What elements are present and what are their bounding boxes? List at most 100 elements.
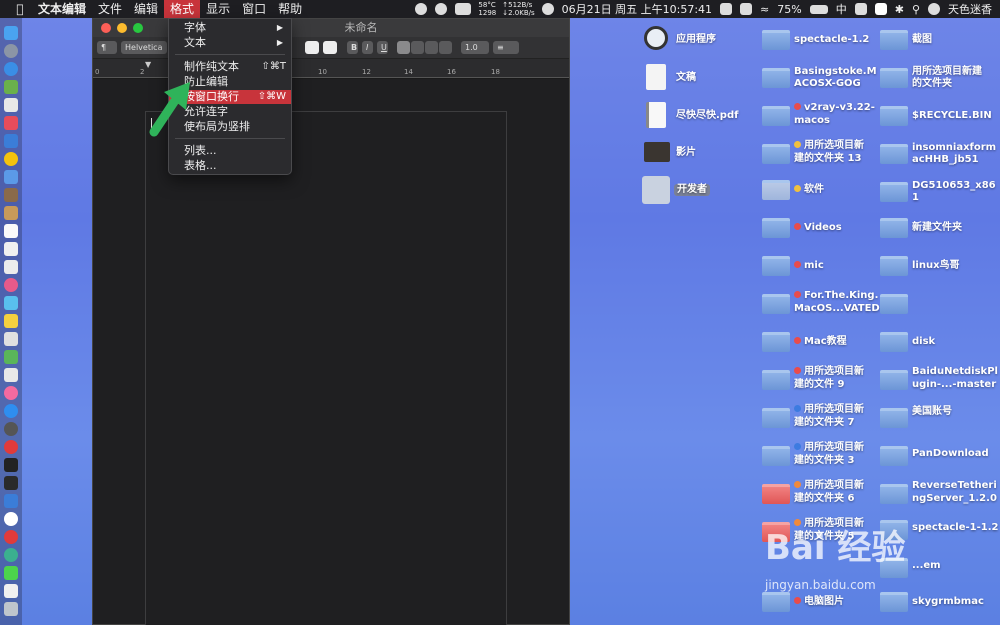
app-icon-26[interactable] — [4, 476, 18, 490]
desktop-item-label-text: mic — [804, 260, 824, 271]
bluetooth-icon[interactable]: ✱ — [891, 3, 908, 16]
chrome-icon[interactable] — [4, 152, 18, 166]
safari-icon[interactable] — [4, 62, 18, 76]
yandex-icon[interactable] — [4, 512, 18, 526]
battery-percent[interactable]: 75% — [773, 3, 805, 16]
close-button[interactable] — [101, 23, 111, 33]
menu-edit[interactable]: 编辑 — [128, 0, 164, 18]
developer-icon — [642, 176, 670, 204]
tag-dot — [794, 103, 801, 110]
compass-icon[interactable] — [435, 3, 448, 15]
italic-button[interactable]: I — [362, 41, 373, 54]
desktop-item-label-text: 用所选项目新 — [804, 480, 864, 491]
align-right-button[interactable] — [425, 41, 438, 54]
menu-item-make-plain-text[interactable]: 制作纯文本 ⇧⌘T — [169, 60, 291, 74]
appstore-icon[interactable] — [4, 404, 18, 418]
app-icon-13[interactable] — [4, 242, 18, 256]
window-titlebar[interactable]: 未命名 — [93, 19, 569, 37]
terminal-icon[interactable] — [4, 458, 18, 472]
network-readout[interactable]: ↑512B/s ↓2.0KB/s — [499, 1, 537, 17]
battery-icon[interactable] — [809, 4, 828, 14]
app-icon-6[interactable] — [4, 116, 18, 130]
control-icon[interactable] — [740, 3, 753, 15]
list-style-select[interactable]: ≡ — [493, 41, 519, 54]
menu-file[interactable]: 文件 — [92, 0, 128, 18]
app-icon-4[interactable] — [4, 80, 18, 94]
zoom-button[interactable] — [133, 23, 143, 33]
desktop-item-label-line2: 建的文件 9 — [794, 379, 845, 390]
bold-button[interactable]: B — [347, 41, 358, 54]
app-icon-30[interactable] — [4, 548, 18, 562]
app-icon-11[interactable] — [4, 206, 18, 220]
app-icon-19[interactable] — [4, 350, 18, 364]
calendar-icon[interactable] — [4, 224, 18, 238]
text-page[interactable] — [145, 111, 507, 625]
app-icon-24[interactable] — [4, 440, 18, 454]
wechat-icon[interactable] — [4, 566, 18, 580]
font-family-select[interactable]: Helvetica — [121, 41, 167, 54]
finder-icon[interactable] — [4, 26, 18, 40]
siri-icon[interactable] — [928, 3, 940, 15]
menu-help[interactable]: 帮助 — [272, 0, 308, 18]
input-method[interactable]: 中 — [832, 1, 851, 17]
app-icon-20[interactable] — [4, 368, 18, 382]
desktop-item-label: skygrmbmac — [912, 596, 984, 607]
menu-item-table[interactable]: 表格... — [169, 159, 291, 173]
app-icon-5[interactable] — [4, 98, 18, 112]
desktop-item-label: 文稿 — [676, 72, 696, 83]
document-area[interactable] — [93, 79, 569, 625]
app-icon-15[interactable] — [4, 278, 18, 292]
app-icon-14[interactable] — [4, 260, 18, 274]
trash-icon[interactable] — [4, 602, 18, 616]
wifi-icon[interactable]: ≈ — [756, 3, 773, 16]
minimize-button[interactable] — [117, 23, 127, 33]
desktop-item-label: 美国账号 — [912, 406, 952, 417]
menu-window[interactable]: 窗口 — [236, 0, 272, 18]
menu-format[interactable]: 格式 — [164, 0, 201, 18]
menu-view[interactable]: 显示 — [200, 0, 236, 18]
s-icon[interactable] — [874, 3, 887, 15]
paragraph-style-button[interactable]: ¶ — [97, 41, 117, 54]
app-icon-10[interactable] — [4, 188, 18, 202]
menu-app-name[interactable]: 文本编辑 — [30, 0, 92, 18]
clock[interactable]: 06月21日 周五 上午10:57:41 — [558, 1, 716, 17]
app-icon-23[interactable] — [4, 422, 18, 436]
baidu-watermark-logo: Bai 经验 — [765, 528, 906, 568]
list-icon[interactable] — [854, 3, 867, 15]
menu-item-list[interactable]: 列表... — [169, 144, 291, 158]
app-icon-17[interactable] — [4, 314, 18, 328]
ghost-icon[interactable] — [415, 3, 428, 15]
line-spacing-select[interactable]: 1.0 — [461, 41, 489, 54]
tag-dot — [794, 291, 801, 298]
apple-icon[interactable]:  — [10, 2, 30, 16]
dots-icon[interactable] — [455, 3, 472, 15]
vpn-icon[interactable] — [4, 494, 18, 508]
underline-button[interactable]: U — [377, 41, 388, 54]
menu-item-text[interactable]: 文本 ▶ — [169, 36, 291, 50]
app-icon-7[interactable] — [4, 134, 18, 148]
temp-readout[interactable]: 58°C 1298 — [475, 1, 499, 17]
desktop-item-label-line2: 建的文件夹 7 — [794, 417, 855, 428]
itunes-icon[interactable] — [4, 386, 18, 400]
app-icon-18[interactable] — [4, 332, 18, 346]
user-name[interactable]: 天色迷香 — [944, 1, 1000, 17]
search-icon[interactable]: ⚲ — [908, 3, 924, 16]
justify-button[interactable] — [439, 41, 452, 54]
launchpad-icon[interactable] — [4, 44, 18, 58]
app-icon-16[interactable] — [4, 296, 18, 310]
left-indent-marker[interactable]: ▼ — [145, 60, 151, 69]
ruler[interactable]: 0 2 4 6 8 10 12 14 16 18 ▼ — [93, 59, 569, 79]
menu-item-font[interactable]: 字体 ▶ — [169, 21, 291, 35]
globe-icon[interactable] — [541, 3, 554, 15]
dock — [0, 18, 22, 625]
app-icon-9[interactable] — [4, 170, 18, 184]
app-icon-29[interactable] — [4, 530, 18, 544]
desktop-item-label: disk — [912, 336, 936, 347]
app-icon-32[interactable] — [4, 584, 18, 598]
ruler-tick: 16 — [447, 68, 456, 76]
grid-icon[interactable] — [720, 3, 733, 15]
align-center-button[interactable] — [411, 41, 424, 54]
align-left-button[interactable] — [397, 41, 410, 54]
text-color-well[interactable] — [305, 41, 319, 54]
background-color-well[interactable] — [323, 41, 337, 54]
